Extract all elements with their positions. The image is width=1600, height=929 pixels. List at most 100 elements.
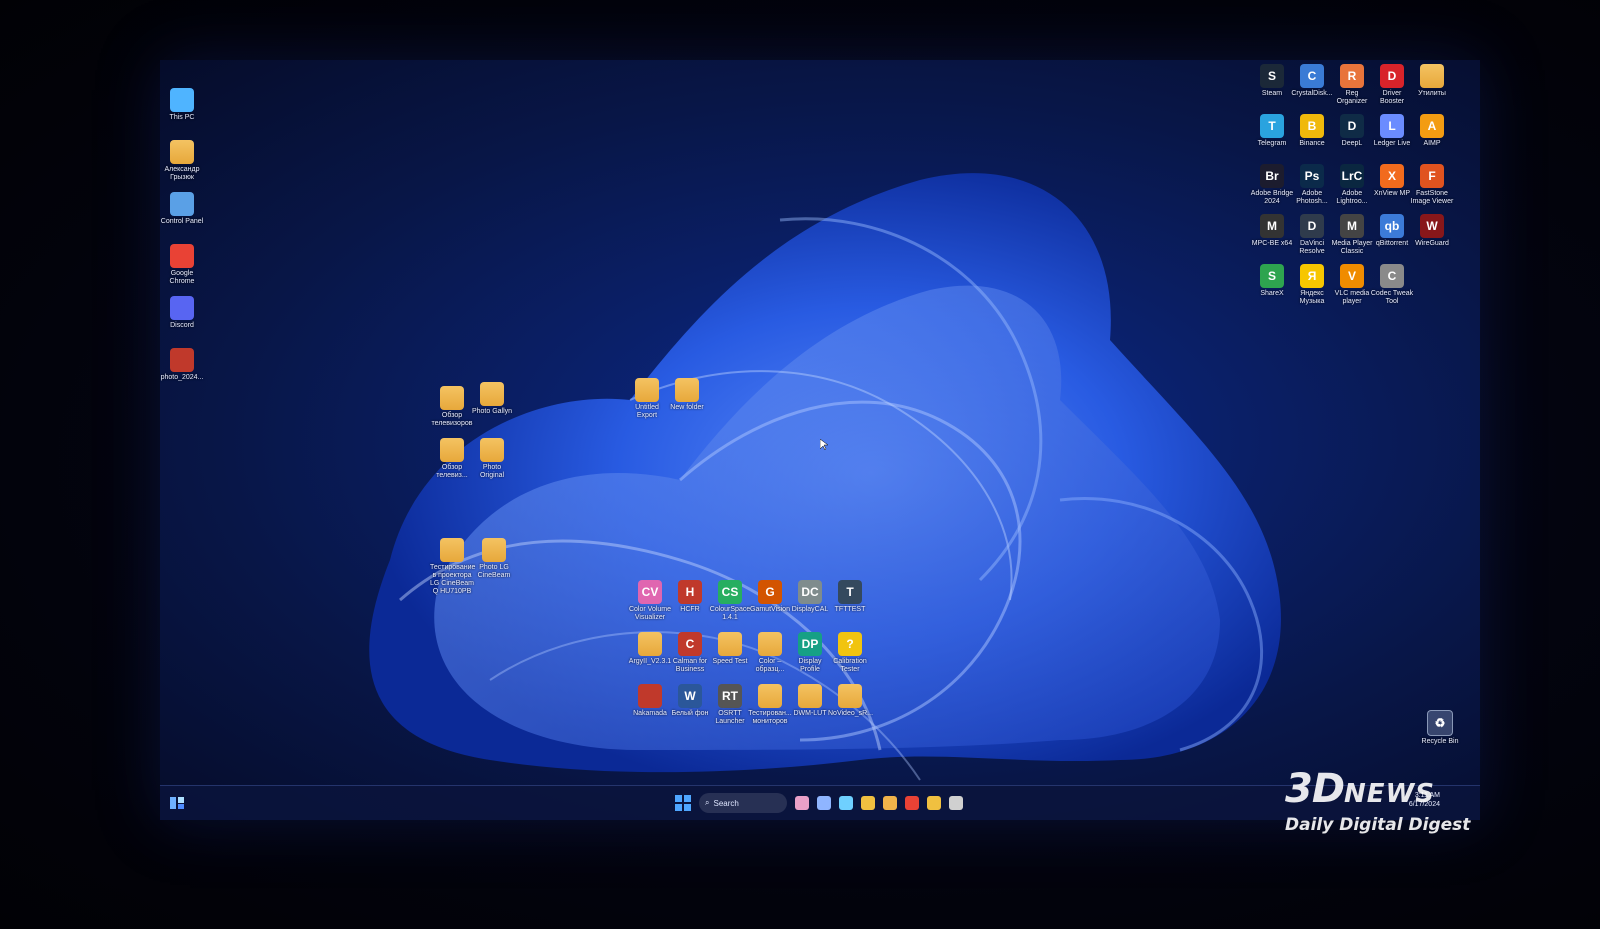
desktop-icon[interactable]: photo_2024...: [160, 348, 204, 382]
desktop-icon[interactable]: CV Color Volume Visualizer: [628, 580, 672, 622]
desktop-icon[interactable]: C Calman for Business: [668, 632, 712, 674]
desktop-icon-label: ShareX: [1260, 290, 1284, 297]
desktop-icon[interactable]: Обзор телевизоров: [430, 386, 474, 428]
desktop-icon[interactable]: DC DisplayCAL: [788, 580, 832, 614]
desktop-icon[interactable]: F FastStone Image Viewer: [1410, 164, 1454, 206]
desktop-icon[interactable]: C CrystalDisk...: [1290, 64, 1334, 98]
aimp-icon: A: [1420, 114, 1444, 138]
desktop-icon[interactable]: Александр Грызюк: [160, 140, 204, 182]
desktop-icon[interactable]: H HCFR: [668, 580, 712, 614]
desktop-icon[interactable]: ? Calibration Tester: [828, 632, 872, 674]
taskbar-app-icon[interactable]: [927, 796, 941, 810]
deepl-icon: D: [1340, 114, 1364, 138]
desktop-icon[interactable]: C Codec Tweak Tool: [1370, 264, 1414, 306]
hcfr-icon: H: [678, 580, 702, 604]
desktop-icon[interactable]: NoVideo_sR...: [828, 684, 873, 718]
desktop-icon[interactable]: Photo Original: [470, 438, 514, 480]
taskbar-app-icon[interactable]: [883, 796, 897, 810]
desktop-icon[interactable]: Untitled Export: [625, 378, 669, 420]
desktop-icon[interactable]: G GamutVision: [748, 580, 792, 614]
desktop-icon-label: Reg Organizer: [1336, 90, 1368, 105]
desktop-icon[interactable]: Speed Test: [708, 632, 752, 666]
desktop-icon[interactable]: LrC Adobe Lightroo...: [1330, 164, 1374, 206]
desktop-icon[interactable]: Photo Gallyn: [470, 382, 514, 416]
taskbar-app-icon[interactable]: [839, 796, 853, 810]
desktop-icon[interactable]: Ps Adobe Photosh...: [1290, 164, 1334, 206]
desktop-icon-label: Photo LG CineBeam: [477, 564, 511, 579]
desktop-icon[interactable]: CS ColourSpace 1.4.1: [708, 580, 752, 622]
discord-icon: [170, 296, 194, 320]
desktop-icon[interactable]: Google Chrome: [160, 244, 204, 286]
desktop-icon[interactable]: Color – образц...: [748, 632, 792, 674]
desktop-icon-label: Яндекс Музыка: [1299, 290, 1325, 305]
desktop-icon-label: DWM-LUT: [793, 710, 827, 717]
search-icon: ⌕: [705, 798, 710, 807]
taskbar-app-icon[interactable]: [905, 796, 919, 810]
desktop-icon[interactable]: D Driver Booster: [1370, 64, 1414, 106]
desktop-icon-label: Telegram: [1257, 140, 1287, 147]
taskbar-app-icon[interactable]: [861, 796, 875, 810]
driver-booster-icon: D: [1380, 64, 1404, 88]
desktop-icon[interactable]: Обзор телевиз...: [430, 438, 474, 480]
desktop-icon[interactable]: Я Яндекс Музыка: [1290, 264, 1334, 306]
desktop-icon[interactable]: DWM-LUT: [788, 684, 832, 718]
desktop-icon[interactable]: Photo LG CineBeam: [472, 538, 516, 580]
desktop-icon-label: DaVinci Resolve: [1299, 240, 1325, 255]
taskbar-app-icon[interactable]: [795, 796, 809, 810]
desktop-icon-label: DisplayCAL: [791, 606, 829, 613]
desktop-icon[interactable]: Nakamada: [628, 684, 672, 718]
taskbar-app-icon[interactable]: [949, 796, 963, 810]
folder-icon: [440, 438, 464, 462]
binance-icon: B: [1300, 114, 1324, 138]
qbittorrent-icon: qb: [1380, 214, 1404, 238]
desktop-icon[interactable]: New folder: [665, 378, 709, 412]
desktop-icon[interactable]: Тестирование в проектора LG CineBeam Q H…: [430, 538, 475, 596]
desktop-icon[interactable]: A AIMP: [1410, 114, 1454, 148]
desktop-icon[interactable]: ArgyII_V2.3.1: [628, 632, 672, 666]
desktop-icon-label: Discord: [170, 322, 194, 329]
desktop-icon[interactable]: RT OSRTT Launcher: [708, 684, 752, 726]
desktop-icon[interactable]: Discord: [160, 296, 204, 330]
taskbar-search[interactable]: ⌕ Search: [699, 793, 787, 813]
desktop-icon-label: XnView MP: [1373, 190, 1411, 197]
image-file-icon: [170, 348, 194, 372]
desktop-icon[interactable]: D DaVinci Resolve: [1290, 214, 1334, 256]
calman-icon: C: [678, 632, 702, 656]
desktop-icon[interactable]: X XnView MP: [1370, 164, 1414, 198]
desktop-icon[interactable]: DP Display Profile: [788, 632, 832, 674]
desktop-icon-label: AIMP: [1423, 140, 1441, 147]
desktop-icon[interactable]: Утилиты: [1410, 64, 1454, 98]
start-button[interactable]: [675, 795, 691, 811]
desktop-icon[interactable]: L Ledger Live: [1370, 114, 1414, 148]
desktop-icon[interactable]: M Media Player Classic: [1330, 214, 1374, 256]
desktop-icon[interactable]: Control Panel: [160, 192, 204, 226]
desktop-icon-label: Обзор телевизоров: [431, 412, 473, 427]
desktop-icon[interactable]: T TFTTEST: [828, 580, 872, 614]
desktop-icon[interactable]: qb qBittorrent: [1370, 214, 1414, 248]
desktop-icon[interactable]: Br Adobe Bridge 2024: [1250, 164, 1294, 206]
recycle-bin[interactable]: ♻ Recycle Bin: [1418, 710, 1462, 746]
desktop-icon[interactable]: T Telegram: [1250, 114, 1294, 148]
desktop-icon[interactable]: M MPC-BE x64: [1250, 214, 1294, 248]
desktop-icon-label: Adobe Lightroo...: [1336, 190, 1368, 205]
taskbar-app-icon[interactable]: [817, 796, 831, 810]
desktop-icon-label: Photo Gallyn: [471, 408, 513, 415]
image-file-icon: [638, 684, 662, 708]
desktop-icon[interactable]: S Steam: [1250, 64, 1294, 98]
desktop-icon[interactable]: This PC: [160, 88, 204, 122]
desktop-icon-label: Untitled Export: [635, 404, 659, 419]
desktop-icon-label: qBittorrent: [1375, 240, 1409, 247]
desktop-icon[interactable]: W WireGuard: [1410, 214, 1454, 248]
desktop-icon[interactable]: S ShareX: [1250, 264, 1294, 298]
desktop-icon-label: Google Chrome: [169, 270, 195, 285]
desktop-icon[interactable]: V VLC media player: [1330, 264, 1374, 306]
desktop-icon[interactable]: D DeepL: [1330, 114, 1374, 148]
user-folder-icon: [170, 140, 194, 164]
widgets-button[interactable]: [168, 794, 186, 812]
folder-icon: [440, 538, 464, 562]
desktop-icon[interactable]: R Reg Organizer: [1330, 64, 1374, 106]
desktop-icon-label: Codec Tweak Tool: [1370, 290, 1414, 305]
desktop-icon[interactable]: W Белый фон: [668, 684, 712, 718]
desktop-icon[interactable]: B Binance: [1290, 114, 1334, 148]
desktop-icon[interactable]: Тестирован... мониторов: [748, 684, 792, 726]
